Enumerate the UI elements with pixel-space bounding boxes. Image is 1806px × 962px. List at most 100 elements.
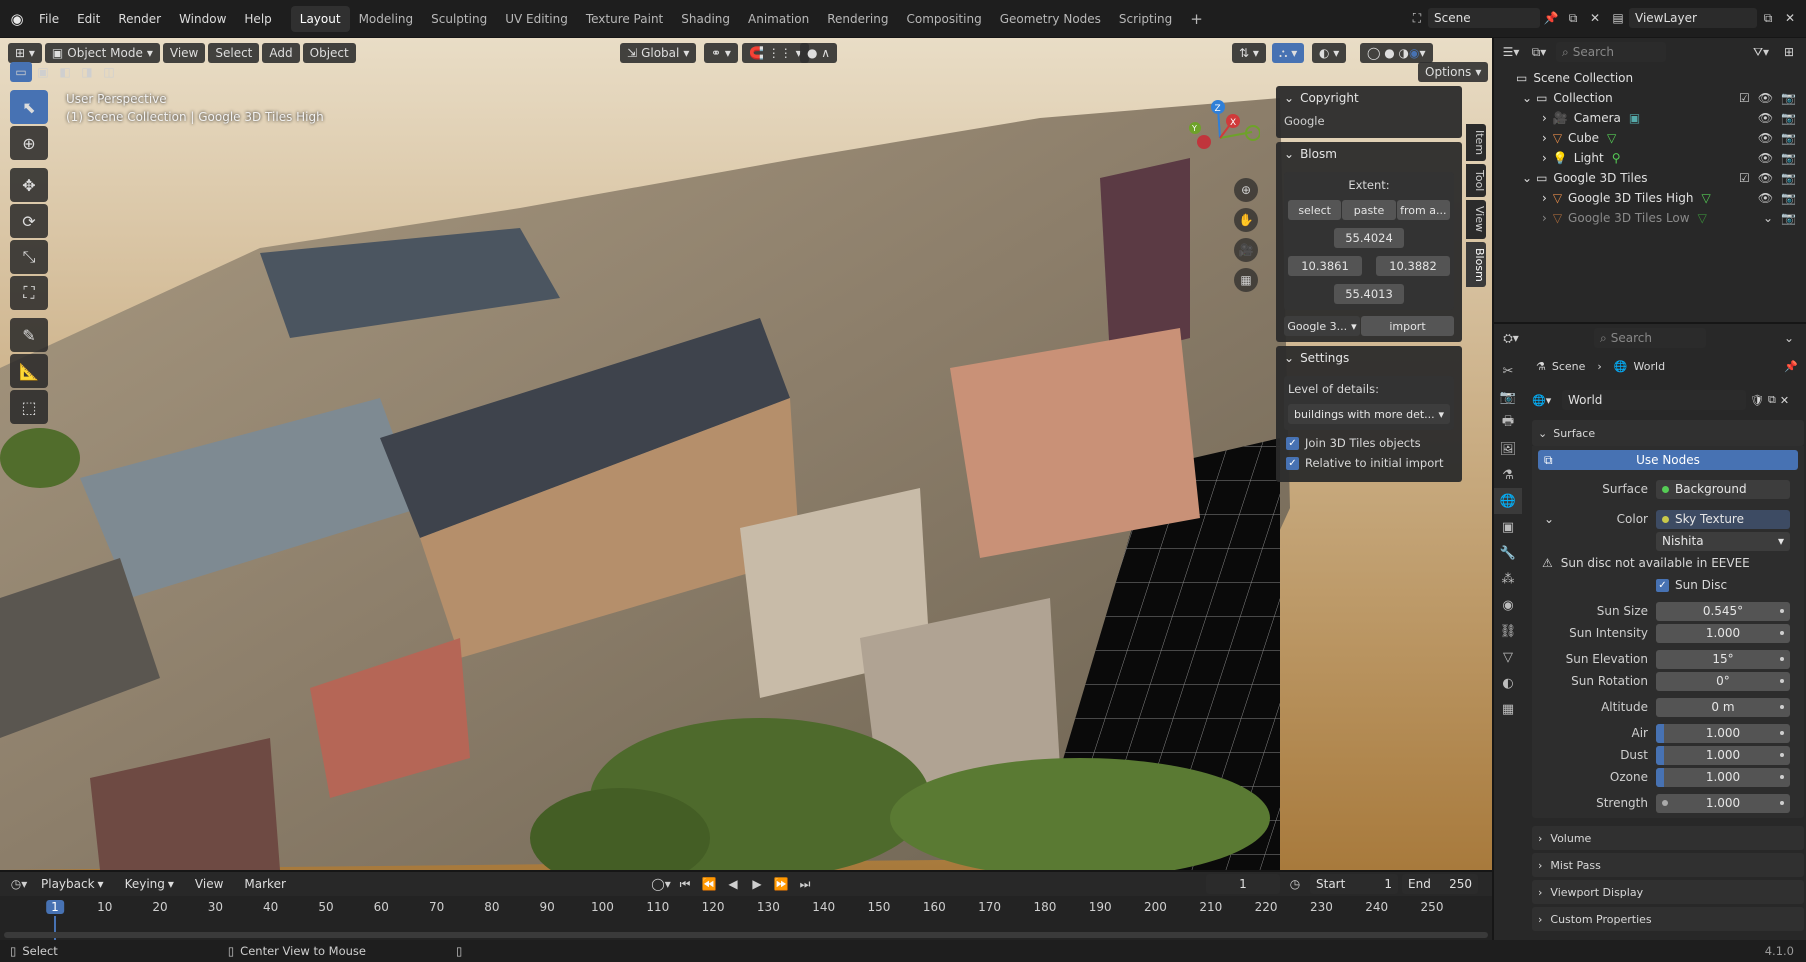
camera-view-icon[interactable]: 🎥 xyxy=(1234,238,1258,262)
use-nodes-button[interactable]: ⧉ Use Nodes xyxy=(1538,450,1798,470)
world-name-field[interactable]: World xyxy=(1562,390,1746,410)
tab-animation[interactable]: Animation xyxy=(739,6,818,32)
material-tab-icon[interactable]: ◐ xyxy=(1494,670,1522,696)
viewport-menu-select[interactable]: Select xyxy=(208,43,260,63)
world-tab-icon[interactable]: 🌐 xyxy=(1494,488,1522,514)
sun-elevation-field[interactable]: 15° xyxy=(1656,649,1790,669)
sky-type-dropdown[interactable]: Nishita ▾ xyxy=(1656,531,1790,551)
select-subtract-icon[interactable]: ◧ xyxy=(54,62,76,82)
playhead[interactable]: 1 xyxy=(46,900,64,914)
orientation-dropdown[interactable]: ⇲ Global ▾ xyxy=(620,43,697,63)
navigation-gizmo[interactable]: Z X Y xyxy=(1180,98,1261,178)
scene-field[interactable]: Scene xyxy=(1428,8,1540,28)
lod-dropdown[interactable]: buildings with more det... ▾ xyxy=(1288,404,1450,424)
extent-bottom-field[interactable]: 55.4013 xyxy=(1334,284,1404,304)
view-layer-tab-icon[interactable]: 🖼 xyxy=(1494,436,1522,462)
pan-hand-icon[interactable]: ✋ xyxy=(1234,208,1258,232)
modifier-tab-icon[interactable]: 🔧 xyxy=(1494,540,1522,566)
outliner-editor-icon[interactable]: ☰▾ xyxy=(1500,42,1522,62)
eye-icon[interactable]: 👁 xyxy=(1758,131,1773,145)
tab-shading[interactable]: Shading xyxy=(672,6,739,32)
keyframe-dot-icon[interactable] xyxy=(1780,679,1784,683)
tab-layout[interactable]: Layout xyxy=(290,5,350,32)
outliner-row-cube[interactable]: › ▽ Cube ▽ 👁 📷 xyxy=(1494,128,1806,148)
measure-tool-icon[interactable]: 📐 xyxy=(10,354,48,388)
tab-texture-paint[interactable]: Texture Paint xyxy=(577,6,672,32)
world-browse-icon[interactable]: 🌐▾ xyxy=(1532,394,1558,407)
snap-toggle[interactable]: 🧲 ⋮⋮ ▾ xyxy=(742,43,809,63)
camera-render-icon[interactable]: 📷 xyxy=(1781,211,1796,225)
tab-modeling[interactable]: Modeling xyxy=(350,6,423,32)
source-dropdown[interactable]: Google 3... ▾ xyxy=(1284,316,1360,336)
eye-icon[interactable]: 👁 xyxy=(1758,151,1773,165)
select-invert-icon[interactable]: ◨ xyxy=(76,62,98,82)
extent-left-field[interactable]: 10.3861 xyxy=(1288,256,1362,276)
data-tab-icon[interactable]: ▽ xyxy=(1494,644,1522,670)
view-layer-field[interactable]: ViewLayer xyxy=(1629,8,1757,28)
strength-field[interactable]: 1.000 xyxy=(1656,793,1790,813)
relative-import-checkbox[interactable]: ✓ Relative to initial import xyxy=(1286,456,1452,470)
camera-render-icon[interactable]: 📷 xyxy=(1781,171,1796,185)
constraints-tab-icon[interactable]: ⛓ xyxy=(1494,618,1522,644)
gizmo-toggle[interactable]: ⇅ ▾ xyxy=(1232,43,1266,63)
keyframe-dot-icon[interactable] xyxy=(1780,631,1784,635)
tab-tool[interactable]: Tool xyxy=(1466,164,1486,198)
move-tool-icon[interactable]: ✥ xyxy=(10,168,48,202)
outliner-row-camera[interactable]: › 🎥 Camera ▣ 👁 📷 xyxy=(1494,108,1806,128)
from-active-button[interactable]: from a... xyxy=(1396,200,1450,220)
select-new-icon[interactable]: ▭ xyxy=(10,62,32,82)
tab-rendering[interactable]: Rendering xyxy=(818,6,897,32)
select-extent-button[interactable]: select xyxy=(1288,200,1342,220)
tab-view[interactable]: View xyxy=(1466,200,1486,239)
eye-icon[interactable]: 👁 xyxy=(1758,111,1773,125)
fake-user-icon[interactable]: 🛡 xyxy=(1750,394,1764,407)
surface-shader-field[interactable]: Background xyxy=(1656,479,1790,499)
filter-icon[interactable]: ⛛▾ xyxy=(1750,42,1772,62)
3d-viewport[interactable]: ⊞ ▾ ▣ Object Mode ▾ View Select Add Obje… xyxy=(0,38,1492,870)
duplicate-icon[interactable]: ⧉ xyxy=(1768,393,1776,407)
air-slider[interactable]: 1.000 xyxy=(1656,723,1790,743)
join-tiles-checkbox[interactable]: ✓ Join 3D Tiles objects xyxy=(1286,436,1452,450)
copyright-header[interactable]: ⌄ Copyright xyxy=(1276,86,1462,110)
eye-icon[interactable]: 👁 xyxy=(1758,91,1773,105)
viewport-menu-object[interactable]: Object xyxy=(302,43,356,63)
blender-logo-icon[interactable]: ◉ xyxy=(4,9,30,29)
settings-header[interactable]: ⌄ Settings xyxy=(1276,346,1462,370)
paste-extent-button[interactable]: paste xyxy=(1342,200,1396,220)
tool-tab-icon[interactable]: ✂ xyxy=(1494,358,1522,384)
add-workspace-button[interactable]: + xyxy=(1181,6,1212,32)
eye-closed-icon[interactable]: ⌄ xyxy=(1763,211,1773,225)
eye-icon[interactable]: 👁 xyxy=(1758,171,1773,185)
tab-item[interactable]: Item xyxy=(1466,124,1486,162)
scene-icon[interactable]: ⛶ xyxy=(1406,8,1428,28)
tab-blosm[interactable]: Blosm xyxy=(1466,241,1486,288)
color-input-field[interactable]: Sky Texture xyxy=(1656,509,1790,529)
select-box-tool-icon[interactable]: ⬉ xyxy=(10,90,48,124)
close-scene-icon[interactable]: ✕ xyxy=(1584,8,1606,28)
pivot-dropdown[interactable]: ⚭ ▾ xyxy=(704,43,738,63)
chevron-down-icon[interactable]: ⌄ xyxy=(1778,328,1800,348)
scene-tab-icon[interactable]: ⚗ xyxy=(1494,462,1522,488)
tab-scripting[interactable]: Scripting xyxy=(1110,6,1181,32)
altitude-field[interactable]: 0 m xyxy=(1656,697,1790,717)
keyframe-dot-icon[interactable] xyxy=(1780,775,1784,779)
surface-panel-header[interactable]: ⌄ Surface xyxy=(1532,420,1804,446)
sun-intensity-field[interactable]: 1.000 xyxy=(1656,623,1790,643)
display-mode-icon[interactable]: ⧉▾ xyxy=(1528,42,1550,62)
render-tab-icon[interactable]: 📷 xyxy=(1494,384,1522,410)
output-tab-icon[interactable]: 🖶 xyxy=(1494,410,1522,436)
add-cube-tool-icon[interactable]: ⬚ xyxy=(10,390,48,424)
viewport-scene-image[interactable] xyxy=(0,38,1492,870)
custom-properties-panel-header[interactable]: › Custom Properties xyxy=(1532,907,1804,931)
viewport-menu-add[interactable]: Add xyxy=(262,43,300,63)
shading-modes[interactable]: ◯ ● ◑ ◉ ▾ xyxy=(1360,43,1433,63)
physics-tab-icon[interactable]: ◉ xyxy=(1494,592,1522,618)
camera-render-icon[interactable]: 📷 xyxy=(1781,131,1796,145)
viewport-menu-view[interactable]: View xyxy=(162,43,206,63)
ozone-slider[interactable]: 1.000 xyxy=(1656,767,1790,787)
tab-sculpting[interactable]: Sculpting xyxy=(422,6,496,32)
sun-size-field[interactable]: 0.545° xyxy=(1656,601,1790,621)
menu-render[interactable]: Render xyxy=(109,0,170,38)
timeline-scrollbar[interactable] xyxy=(4,932,1488,938)
pin-icon[interactable]: 📌 xyxy=(1784,360,1798,373)
